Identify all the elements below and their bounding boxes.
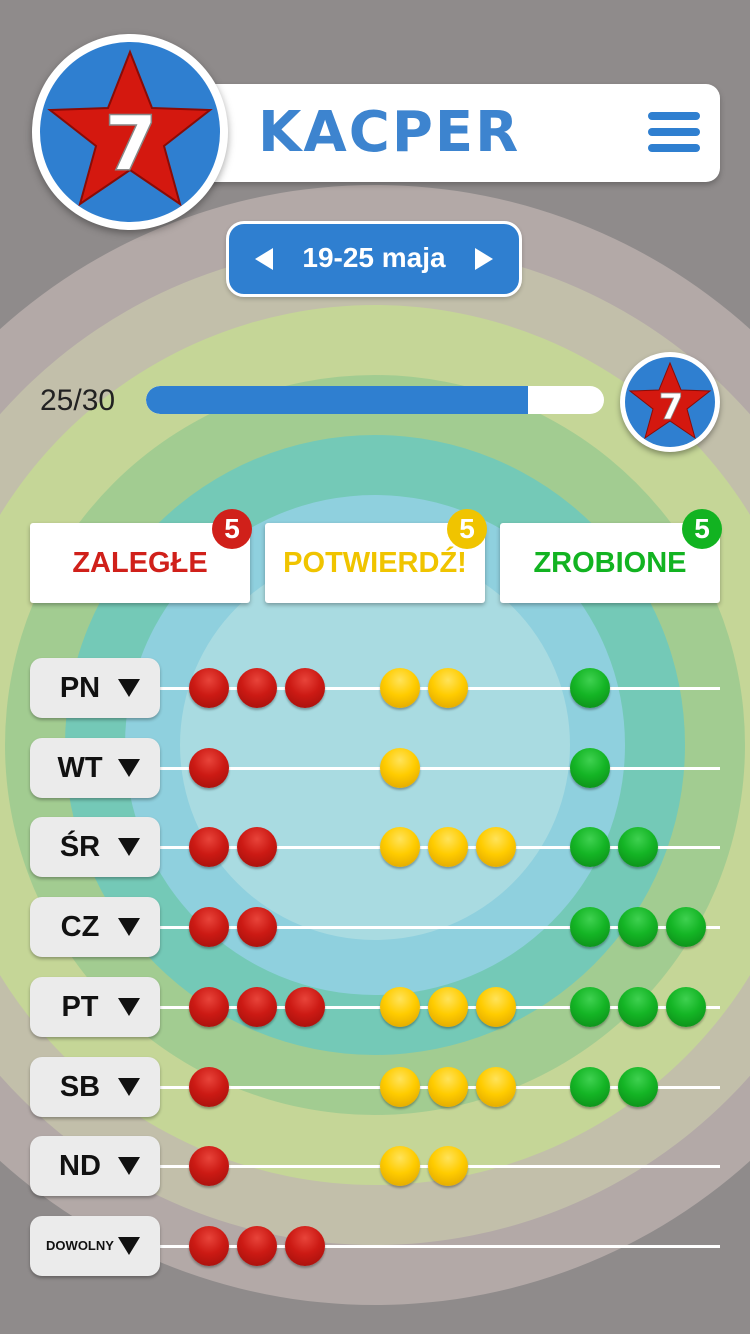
green-task-ball[interactable] xyxy=(570,987,610,1027)
red-task-ball[interactable] xyxy=(189,1067,229,1107)
green-task-ball[interactable] xyxy=(570,1067,610,1107)
day-label: ND xyxy=(59,1150,101,1182)
red-task-ball[interactable] xyxy=(237,1226,277,1266)
yellow-task-ball[interactable] xyxy=(380,1067,420,1107)
day-selector-8[interactable]: DOWOLNY xyxy=(30,1216,160,1276)
day-label: SB xyxy=(59,1071,101,1103)
red-task-ball[interactable] xyxy=(237,907,277,947)
yellow-task-ball[interactable] xyxy=(380,827,420,867)
yellow-task-ball[interactable] xyxy=(428,987,468,1027)
day-selector-2[interactable]: WT xyxy=(30,738,160,798)
red-task-ball[interactable] xyxy=(285,668,325,708)
day-label: ŚR xyxy=(59,831,101,863)
day-label: PN xyxy=(59,672,101,704)
tab-confirm-count: 5 xyxy=(447,509,487,549)
caret-down-icon xyxy=(118,1237,140,1255)
day-label: WT xyxy=(57,752,103,784)
yellow-task-ball[interactable] xyxy=(476,827,516,867)
day-label: CZ xyxy=(60,911,100,943)
yellow-task-ball[interactable] xyxy=(380,1146,420,1186)
day-selector-1[interactable]: PN xyxy=(30,658,160,718)
day-selector-4[interactable]: CZ xyxy=(30,897,160,957)
yellow-task-ball[interactable] xyxy=(380,748,420,788)
caret-down-icon xyxy=(118,1157,140,1175)
avatar-star-badge[interactable]: 7 xyxy=(32,34,228,230)
header-bar: KACPER xyxy=(190,84,720,182)
red-task-ball[interactable] xyxy=(189,827,229,867)
green-task-ball[interactable] xyxy=(570,827,610,867)
green-task-ball[interactable] xyxy=(570,668,610,708)
red-task-ball[interactable] xyxy=(189,668,229,708)
tab-confirm[interactable]: POTWIERDŹ! 5 xyxy=(265,509,487,603)
caret-down-icon xyxy=(118,1078,140,1096)
yellow-task-ball[interactable] xyxy=(428,1146,468,1186)
green-task-ball[interactable] xyxy=(618,1067,658,1107)
tab-overdue[interactable]: ZALEGŁE 5 xyxy=(30,509,252,603)
red-task-ball[interactable] xyxy=(189,748,229,788)
tab-overdue-count: 5 xyxy=(212,509,252,549)
caret-down-icon xyxy=(118,679,140,697)
caret-down-icon xyxy=(118,998,140,1016)
hamburger-menu-icon[interactable] xyxy=(648,112,700,154)
next-week-icon[interactable] xyxy=(475,248,493,270)
red-task-ball[interactable] xyxy=(189,907,229,947)
red-task-ball[interactable] xyxy=(189,987,229,1027)
day-selector-3[interactable]: ŚR xyxy=(30,817,160,877)
caret-down-icon xyxy=(118,759,140,777)
tab-confirm-label: POTWIERDŹ! xyxy=(283,547,467,579)
child-name: KACPER xyxy=(258,100,521,165)
green-task-ball[interactable] xyxy=(618,907,658,947)
tab-done[interactable]: ZROBIONE 5 xyxy=(500,509,722,603)
day-label: PT xyxy=(61,991,99,1023)
tab-overdue-label: ZALEGŁE xyxy=(72,547,208,579)
red-task-ball[interactable] xyxy=(237,827,277,867)
yellow-task-ball[interactable] xyxy=(428,827,468,867)
caret-down-icon xyxy=(118,918,140,936)
red-task-ball[interactable] xyxy=(237,987,277,1027)
star-icon: 7 xyxy=(628,361,712,440)
day-label: DOWOLNY xyxy=(46,1238,114,1253)
yellow-task-ball[interactable] xyxy=(476,1067,516,1107)
goal-star-badge[interactable]: 7 xyxy=(620,352,720,452)
yellow-task-ball[interactable] xyxy=(380,668,420,708)
green-task-ball[interactable] xyxy=(666,987,706,1027)
yellow-task-ball[interactable] xyxy=(428,668,468,708)
red-task-ball[interactable] xyxy=(189,1146,229,1186)
day-selector-5[interactable]: PT xyxy=(30,977,160,1037)
progress-count: 25/30 xyxy=(40,384,116,417)
week-selector: 19-25 maja xyxy=(226,221,522,297)
green-task-ball[interactable] xyxy=(666,907,706,947)
day-selector-7[interactable]: ND xyxy=(30,1136,160,1196)
yellow-task-ball[interactable] xyxy=(380,987,420,1027)
progress-fill xyxy=(146,386,528,414)
red-task-ball[interactable] xyxy=(285,987,325,1027)
badge-number: 7 xyxy=(658,387,683,428)
badge-number: 7 xyxy=(105,99,158,188)
red-task-ball[interactable] xyxy=(237,668,277,708)
yellow-task-ball[interactable] xyxy=(476,987,516,1027)
tab-done-count: 5 xyxy=(682,509,722,549)
caret-down-icon xyxy=(118,838,140,856)
red-task-ball[interactable] xyxy=(189,1226,229,1266)
yellow-task-ball[interactable] xyxy=(428,1067,468,1107)
green-task-ball[interactable] xyxy=(570,748,610,788)
green-task-ball[interactable] xyxy=(618,987,658,1027)
star-icon: 7 xyxy=(47,49,213,207)
day-row-line xyxy=(160,767,720,770)
progress-bar xyxy=(146,386,604,414)
day-selector-6[interactable]: SB xyxy=(30,1057,160,1117)
green-task-ball[interactable] xyxy=(618,827,658,867)
green-task-ball[interactable] xyxy=(570,907,610,947)
red-task-ball[interactable] xyxy=(285,1226,325,1266)
tab-done-label: ZROBIONE xyxy=(533,547,687,579)
